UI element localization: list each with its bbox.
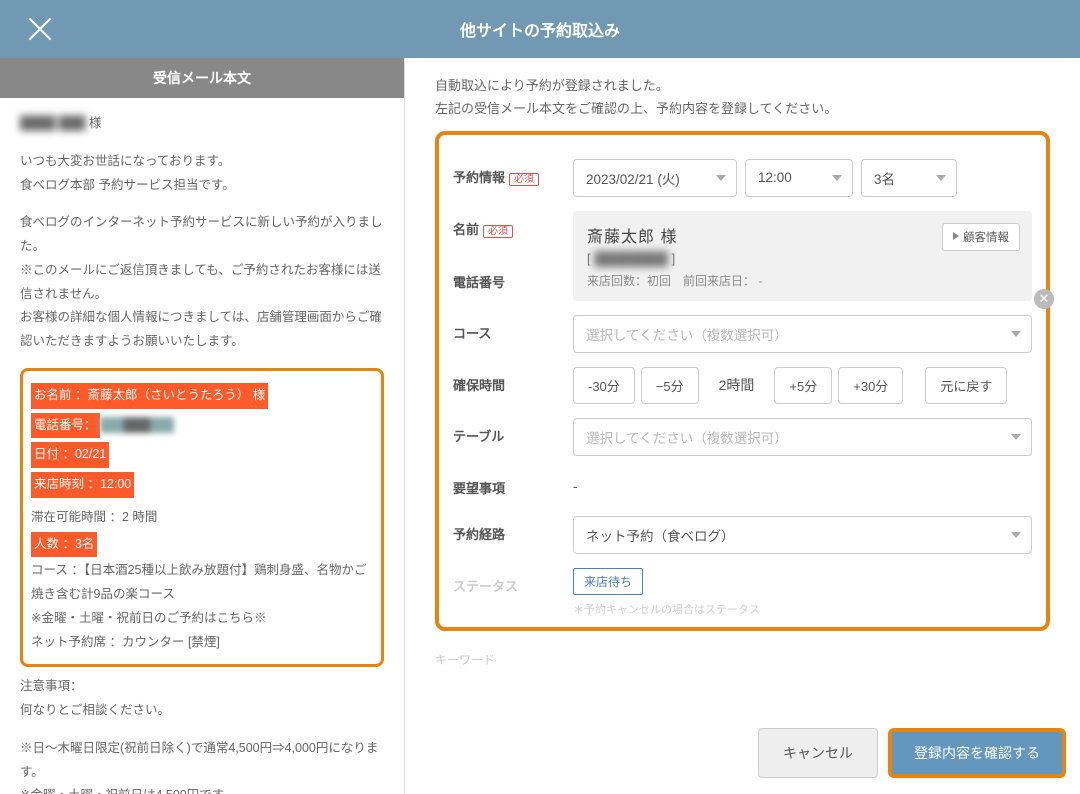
chevron-down-icon (1011, 434, 1021, 440)
request-value: - (573, 470, 1032, 502)
intro-2: 左記の受信メール本文をご確認の上、予約内容を登録してください。 (435, 97, 1050, 120)
hold-current: 2時間 (705, 375, 769, 395)
chevron-down-icon (1011, 331, 1021, 337)
intro-1: 自動取込により予約が登録されました。 (435, 74, 1050, 97)
label-keyword: キーワード (435, 651, 1050, 668)
email-panel: 受信メール本文 ████ ███ 様 いつも大変お世話になっております。 食べロ… (0, 58, 404, 794)
status-hint: ＊予約キャンセルの場合はステータス (573, 601, 1032, 617)
label-phone: 電話番号 (453, 272, 573, 291)
label-request: 要望事項 (453, 470, 573, 497)
visit-info: 来店回数：初回 前回来店日： - (587, 272, 1018, 289)
people-select[interactable]: 3名 (861, 159, 957, 197)
route-select[interactable]: ネット予約（食べログ） (573, 516, 1032, 554)
seat-line: ネット予約席 ：カウンター [禁煙] (31, 631, 373, 655)
hl-name: お名前 ：斎藤太郎（さいとうたろう） 様 (31, 383, 268, 409)
hl-people: 人数 ：3名 (31, 532, 97, 558)
consult-line: 何なりとご相談ください。 (20, 699, 384, 723)
chevron-down-icon (1011, 532, 1021, 538)
hl-date: 日付 ：02/21 (31, 442, 109, 468)
label-table: テーブル (453, 418, 573, 445)
chevron-down-icon (936, 175, 946, 181)
hl-time: 来店時刻 ：12:00 (31, 472, 134, 498)
label-status: ステータス (453, 568, 573, 595)
label-reservation: 予約情報必須 (453, 159, 573, 186)
course-select[interactable]: 選択してください（複数選択可） (573, 315, 1032, 353)
guest-card: 斎藤太郎 様 [ ████████ ] 来店回数：初回 前回来店日： - 顧客情… (573, 211, 1032, 301)
table-select[interactable]: 選択してください（複数選択可） (573, 418, 1032, 456)
highlight-box: お名前 ：斎藤太郎（さいとうたろう） 様 電話番号：███ 日付 ：02/21 … (20, 368, 384, 668)
redacted-phone: ████████ (594, 251, 668, 266)
price-info: ※日～木曜日限定(祝前日除く)で通常4,500円⇒4,000円になります。 ※金… (20, 737, 384, 794)
label-name: 名前 (453, 222, 479, 237)
form-panel: 自動取込により予約が登録されました。 左記の受信メール本文をご確認の上、予約内容… (404, 58, 1080, 794)
email-panel-title: 受信メール本文 (0, 58, 404, 98)
label-route: 予約経路 (453, 516, 573, 543)
label-course: コース (453, 315, 573, 342)
status-chip[interactable]: 来店待ち (573, 568, 643, 595)
customer-info-button[interactable]: 顧客情報 (942, 223, 1020, 251)
stay-line: 滞在可能時間 ：2 時間 (31, 506, 373, 530)
redacted-name: ████ ███ (20, 116, 85, 130)
date-select[interactable]: 2023/02/21 (火) (573, 159, 737, 197)
email-greeting: いつも大変お世話になっております。 食べログ本部 予約サービス担当です。 (20, 150, 384, 198)
triangle-right-icon (953, 232, 959, 240)
form-box: 予約情報必須 2023/02/21 (火) 12:00 3名 名前必須 電話番号 (435, 131, 1050, 631)
minus-5-button[interactable]: −5分 (641, 367, 699, 404)
note-label: 注意事項： (20, 675, 384, 699)
cancel-button[interactable]: キャンセル (758, 728, 878, 778)
time-select[interactable]: 12:00 (745, 159, 853, 197)
plus-5-button[interactable]: +5分 (774, 367, 832, 404)
email-intro: 食べログのインターネット予約サービスに新しい予約が入りました。 ※このメールにご… (20, 211, 384, 354)
minus-30-button[interactable]: -30分 (573, 367, 635, 404)
reset-hold-button[interactable]: 元に戻す (925, 367, 1007, 404)
clear-guest-button[interactable]: ✕ (1034, 289, 1054, 309)
chevron-down-icon (832, 175, 842, 181)
confirm-button[interactable]: 登録内容を確認する (888, 728, 1066, 778)
plus-30-button[interactable]: +30分 (838, 367, 903, 404)
close-icon[interactable] (25, 14, 55, 44)
redacted-phone: ███ (100, 417, 175, 433)
label-hold: 確保時間 (453, 367, 573, 394)
course-line: コース ：【日本酒25種以上飲み放題付】鶏刺身盛、名物かご焼き含む計9品の楽コー… (31, 559, 373, 630)
modal-title: 他サイトの予約取込み (0, 17, 1080, 41)
hl-phone-label: 電話番号： (31, 413, 100, 439)
chevron-down-icon (716, 175, 726, 181)
